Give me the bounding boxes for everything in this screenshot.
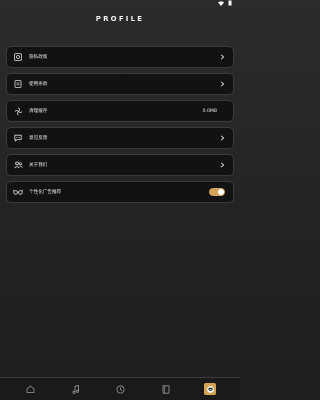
menu-item-clear-cache[interactable]: 清理缓存 0.0MB	[7, 101, 233, 121]
clear-cache-icon	[13, 106, 23, 116]
menu-item-personalized-ads: 个性化广告推荐	[7, 182, 233, 202]
menu-item-privacy[interactable]: 隐私政策	[7, 47, 233, 67]
menu-item-label: 个性化广告推荐	[29, 190, 62, 195]
menu-item-terms[interactable]: 使用条款	[7, 74, 233, 94]
book-icon	[162, 384, 170, 394]
chevron-right-icon	[220, 81, 225, 87]
clock-icon	[116, 385, 125, 393]
profile-icon	[206, 385, 214, 393]
tab-home[interactable]	[24, 382, 38, 396]
tab-history[interactable]	[114, 382, 128, 396]
status-icons	[218, 0, 232, 6]
menu-item-label: 隐私政策	[29, 55, 48, 60]
privacy-icon	[13, 52, 23, 62]
menu-item-feedback[interactable]: 意见反馈	[7, 128, 233, 148]
menu-item-label: 使用条款	[29, 82, 48, 87]
home-icon	[26, 385, 35, 393]
menu-item-about[interactable]: 关于我们	[7, 155, 233, 175]
menu-card-clear-cache[interactable]: 清理缓存 0.0MB	[6, 100, 234, 122]
chevron-right-icon	[220, 162, 225, 168]
cache-size-value: 0.0MB	[202, 108, 217, 114]
glasses-icon	[13, 187, 23, 197]
about-icon	[13, 160, 23, 170]
chevron-right-icon	[220, 54, 225, 60]
status-bar	[0, 0, 240, 8]
chevron-right-icon	[220, 135, 225, 141]
page-title: PROFILE	[95, 15, 145, 23]
wifi-icon	[218, 0, 224, 6]
menu-card-personalized-ads: 个性化广告推荐	[6, 181, 234, 203]
battery-icon	[228, 0, 232, 6]
menu-card-privacy[interactable]: 隐私政策	[6, 46, 234, 68]
menu-card-feedback[interactable]: 意见反馈	[6, 127, 234, 149]
feedback-icon	[13, 133, 23, 143]
menu-card-about[interactable]: 关于我们	[6, 154, 234, 176]
menu-item-label: 关于我们	[29, 163, 48, 168]
personalized-ads-toggle[interactable]	[209, 188, 225, 196]
menu-card-terms[interactable]: 使用条款	[6, 73, 234, 95]
music-icon	[72, 384, 79, 394]
toggle-knob	[218, 189, 224, 195]
document-icon	[13, 79, 23, 89]
tab-music[interactable]	[69, 382, 83, 396]
menu-item-label: 意见反馈	[29, 136, 48, 141]
tab-profile[interactable]	[204, 383, 217, 395]
menu-item-label: 清理缓存	[29, 109, 48, 114]
tab-library[interactable]	[159, 382, 173, 396]
bottom-tab-bar	[0, 377, 240, 400]
